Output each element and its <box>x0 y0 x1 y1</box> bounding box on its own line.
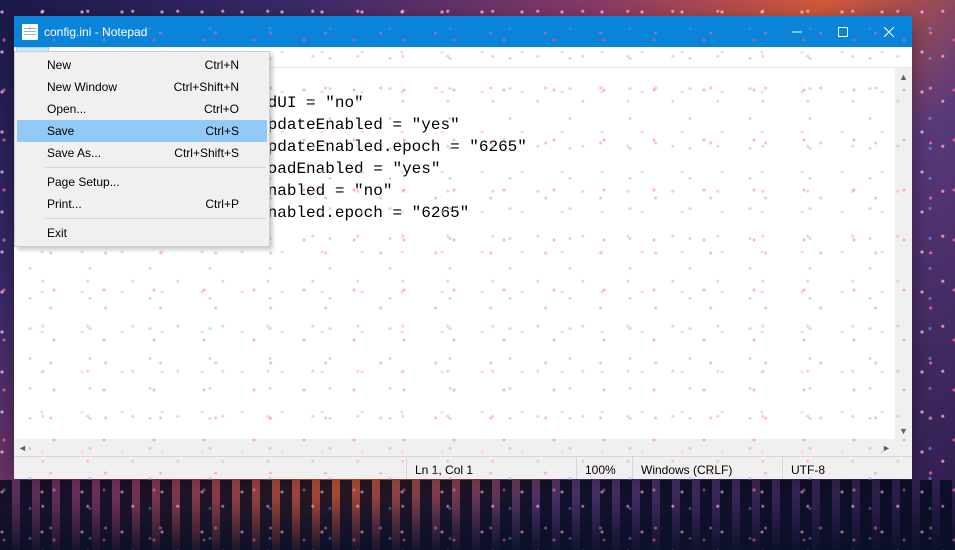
scroll-track[interactable] <box>31 439 878 456</box>
scroll-left-icon[interactable]: ◄ <box>14 439 31 456</box>
status-eol: Windows (CRLF) <box>632 457 782 479</box>
notepad-icon <box>22 24 38 40</box>
menu-item-save[interactable]: SaveCtrl+S <box>17 120 267 142</box>
window-title: config.ini - Notepad <box>44 25 147 39</box>
menu-item-page-setup[interactable]: Page Setup... <box>17 171 267 193</box>
menu-separator <box>45 218 266 219</box>
scroll-track[interactable] <box>895 85 912 422</box>
maximize-button[interactable] <box>820 16 866 47</box>
scroll-right-icon[interactable]: ► <box>878 439 895 456</box>
menu-item-new-window[interactable]: New WindowCtrl+Shift+N <box>17 76 267 98</box>
menu-item-print[interactable]: Print...Ctrl+P <box>17 193 267 215</box>
menu-item-save-as[interactable]: Save As...Ctrl+Shift+S <box>17 142 267 164</box>
scroll-up-icon[interactable]: ▲ <box>895 68 912 85</box>
statusbar: Ln 1, Col 1 100% Windows (CRLF) UTF-8 <box>14 456 912 479</box>
vertical-scrollbar[interactable]: ▲ ▼ <box>895 68 912 439</box>
file-menu-dropdown: NewCtrl+N New WindowCtrl+Shift+N Open...… <box>14 51 270 247</box>
minimize-button[interactable] <box>774 16 820 47</box>
menu-item-exit[interactable]: Exit <box>17 222 267 244</box>
status-encoding: UTF-8 <box>782 457 912 479</box>
scroll-down-icon[interactable]: ▼ <box>895 422 912 439</box>
horizontal-scrollbar[interactable]: ◄ ► <box>14 439 895 456</box>
status-empty <box>14 457 406 479</box>
scroll-corner <box>895 439 912 456</box>
titlebar[interactable]: config.ini - Notepad <box>14 16 912 47</box>
close-button[interactable] <box>866 16 912 47</box>
menu-separator <box>45 167 266 168</box>
status-zoom: 100% <box>576 457 632 479</box>
menu-item-new[interactable]: NewCtrl+N <box>17 54 267 76</box>
status-position: Ln 1, Col 1 <box>406 457 576 479</box>
menu-item-open[interactable]: Open...Ctrl+O <box>17 98 267 120</box>
